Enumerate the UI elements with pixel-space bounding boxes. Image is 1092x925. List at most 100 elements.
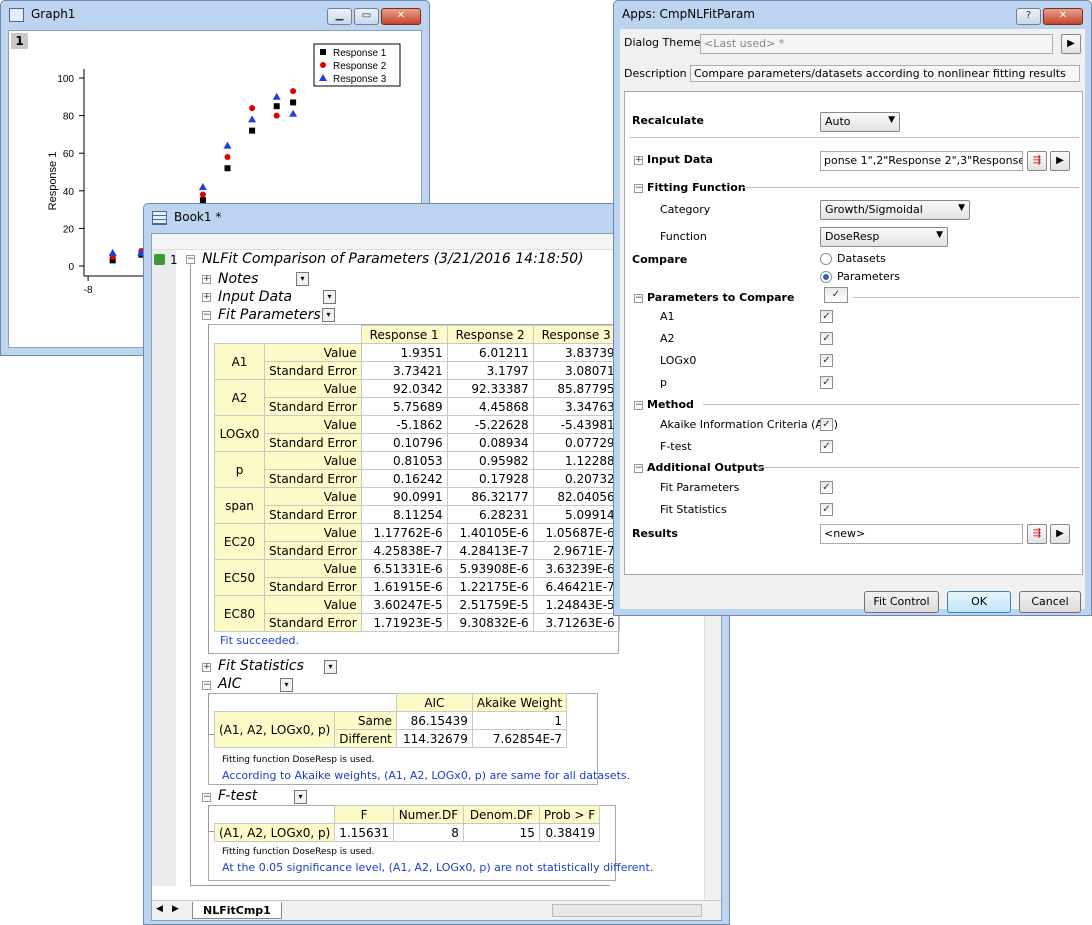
notes-dropdown[interactable]: ▾ [296,272,309,286]
collapse-icon[interactable]: − [202,793,211,802]
row-label: Value [264,343,362,362]
param-name: EC80 [214,595,265,632]
row-label: Value [264,379,362,398]
collapse-icon[interactable]: − [634,401,643,410]
value-cell: 5.93908E-6 [446,559,534,578]
input-data-menu-button[interactable]: ▶ [1050,151,1070,171]
fit-statistics-dropdown[interactable]: ▾ [324,660,337,674]
section-fit-statistics[interactable]: Fit Statistics [218,658,304,674]
row-label: Standard Error [264,577,362,596]
column-header: Response 3 [532,325,620,344]
section-aic[interactable]: AIC [218,676,241,692]
method-aic-label: Akaike Information Criteria (AIC) [660,418,839,431]
f-test-dropdown[interactable]: ▾ [294,790,307,804]
horizontal-scrollbar[interactable] [552,904,702,917]
table-row: Standard Error 3.73421 3.1797 3.08071 [215,361,620,380]
expand-icon[interactable]: + [202,293,211,302]
input-data-label: Input Data [647,153,713,166]
row-label: Standard Error [264,613,362,632]
close-button[interactable]: ✕ [381,8,421,25]
expand-icon[interactable]: + [202,275,211,284]
compare-label: Compare [632,253,688,266]
input-data-select-icon[interactable]: ⇶ [1027,151,1047,171]
sheet-tab-bar[interactable]: ◀ ▶ NLFitCmp1 [152,900,721,920]
point-response-1 [249,127,256,134]
fit-parameters-dropdown[interactable]: ▾ [322,308,335,322]
section-fit-parameters[interactable]: Fit Parameters [218,307,321,323]
results-menu-button[interactable]: ▶ [1050,524,1070,544]
row-number: 1 [170,253,178,267]
input-data-dropdown[interactable]: ▾ [323,290,336,304]
se-cell: 4.28413E-7 [446,541,534,560]
legend-marker [320,62,326,68]
theme-menu-button[interactable]: ▶ [1061,34,1081,54]
param-name: A1 [214,343,265,380]
tab-scroll-left-icon[interactable]: ◀ [156,904,163,914]
param-logx0-checkbox[interactable]: ✓ [820,354,833,367]
output-fit-parameters-label: Fit Parameters [660,481,740,494]
expand-icon[interactable]: + [202,663,211,672]
parameters-to-compare-label: Parameters to Compare [647,291,795,304]
collapse-icon[interactable]: − [634,184,643,193]
param-a2-checkbox[interactable]: ✓ [820,332,833,345]
results-select-icon[interactable]: ⇶ [1027,524,1047,544]
table-row: Standard Error 8.11254 6.28231 5.09914 [215,505,620,524]
value-cell: -5.1862 [360,415,448,434]
results-field[interactable]: <new> [820,524,1023,544]
value-cell: 1.9351 [360,343,448,362]
sheet-tab-nlfitcmp1[interactable]: NLFitCmp1 [192,902,282,919]
dialog-close-button[interactable]: ✕ [1043,8,1083,25]
radio-parameters[interactable] [820,271,832,283]
collapse-icon[interactable]: − [634,294,643,303]
param-p-checkbox[interactable]: ✓ [820,376,833,389]
value-cell: 6.51331E-6 [360,559,448,578]
row-label: Standard Error [264,505,362,524]
function-combo[interactable]: DoseResp ▼ [820,227,948,247]
dialog-theme-label: Dialog Theme [624,36,701,49]
maximize-button[interactable]: ▭ [354,8,379,25]
fit-status: Fit succeeded. [220,634,299,647]
point-response-2 [249,105,256,112]
y-tick-label: 0 [68,262,74,273]
cancel-button[interactable]: Cancel [1019,591,1081,613]
row-label: Value [264,415,362,434]
se-cell: 3.1797 [446,361,534,380]
section-input-data[interactable]: Input Data [218,289,292,305]
input-data-field[interactable]: ponse 1",2"Response 2",3"Response 3") [820,151,1023,171]
collapse-icon[interactable]: − [202,311,211,320]
recalculate-combo[interactable]: Auto ▼ [820,112,900,132]
radio-datasets[interactable] [820,253,832,265]
collapse-icon[interactable]: − [186,255,195,264]
collapse-icon[interactable]: − [202,681,211,690]
graph-window-icon [9,8,24,22]
output-fit-parameters-checkbox[interactable]: ✓ [820,481,833,494]
recalculate-value: Auto [825,115,851,128]
ok-button[interactable]: OK [947,591,1011,613]
point-response-2 [224,153,231,160]
graph-titlebar[interactable]: Graph1 ▁ ▭ ✕ [1,1,429,29]
fit-control-button[interactable]: Fit Control [864,591,939,613]
lock-icon[interactable] [154,254,165,265]
dialog-theme-field[interactable]: <Last used> * [700,34,1053,54]
collapse-icon[interactable]: − [634,464,643,473]
minimize-button[interactable]: ▁ [327,8,352,25]
method-aic-checkbox[interactable]: ✓ [820,418,833,431]
help-button[interactable]: ? [1016,8,1041,25]
aic-note: Fitting function DoseResp is used. [222,755,375,765]
method-f-test-checkbox[interactable]: ✓ [820,440,833,453]
param-a1-checkbox[interactable]: ✓ [820,310,833,323]
point-response-1 [224,165,231,172]
dialog-window[interactable]: Apps: CmpNLFitParam ? ✕ Dialog Theme <La… [613,0,1092,616]
output-fit-statistics-checkbox[interactable]: ✓ [820,503,833,516]
dialog-titlebar[interactable]: Apps: CmpNLFitParam ? ✕ [614,1,1091,29]
select-all-checkbox[interactable]: ✓ [824,287,848,303]
expand-icon[interactable]: + [634,156,643,165]
tab-scroll-right-icon[interactable]: ▶ [172,904,179,914]
table-row: EC20 Value 1.17762E-6 1.40105E-6 1.05687E-6 [214,523,620,560]
value-cell: 85.87795 [532,379,620,398]
se-cell: 8.11254 [360,505,448,524]
section-f-test[interactable]: F-test [218,788,257,804]
aic-dropdown[interactable]: ▾ [280,678,293,692]
category-combo[interactable]: Growth/Sigmoidal ▼ [820,200,970,220]
section-notes[interactable]: Notes [218,271,258,287]
